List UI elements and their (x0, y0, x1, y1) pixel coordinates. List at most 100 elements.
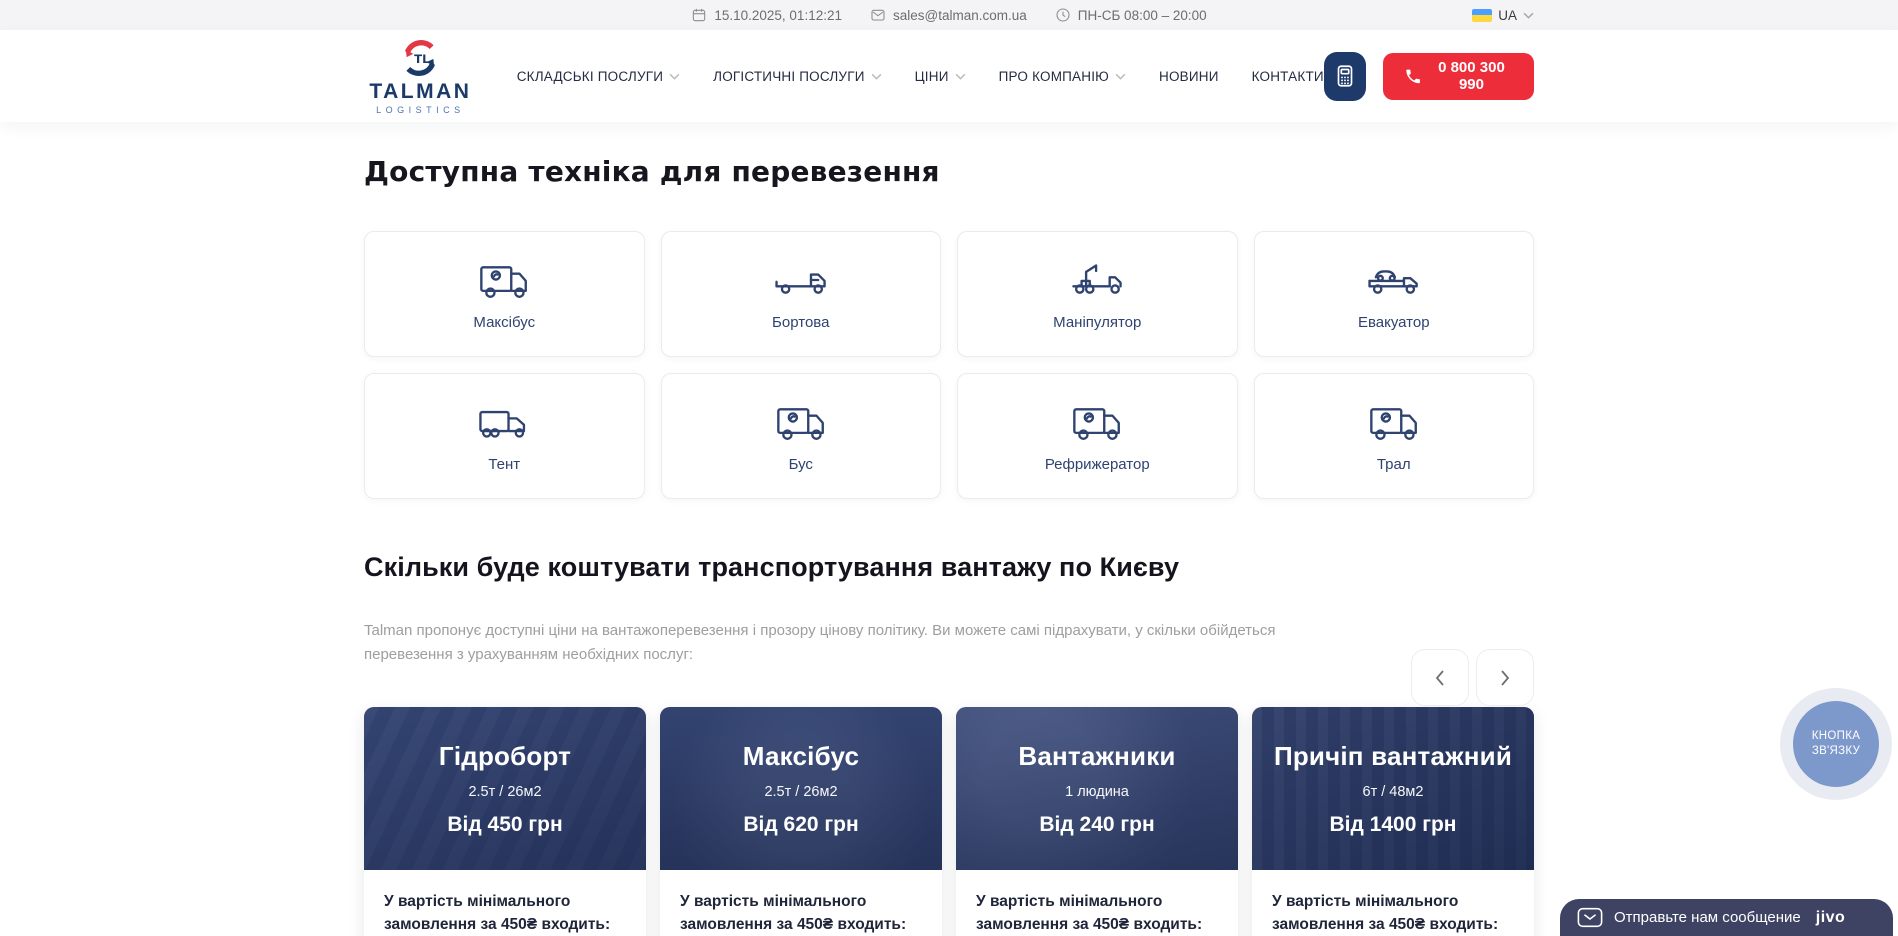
price-card-subtitle: 6т / 48м2 (1363, 784, 1424, 800)
datetime: 15.10.2025, 01:12:21 (691, 7, 842, 23)
svg-text:TL: TL (415, 52, 431, 66)
price-card[interactable]: Вантажники 1 людина Від 240 грн У вартіс… (956, 707, 1238, 936)
vehicle-card[interactable]: Рефрижератор (957, 373, 1238, 499)
phone-icon (1405, 67, 1421, 86)
price-card-title: Причіп вантажний (1274, 741, 1512, 772)
price-card-subtitle: 2.5т / 26м2 (468, 784, 541, 800)
chat-label: Отправьте нам сообщение (1614, 909, 1801, 926)
nav-item-label: ЦІНИ (915, 69, 949, 84)
price-card[interactable]: Причіп вантажний 6т / 48м2 Від 1400 грн … (1252, 707, 1534, 936)
price-card-title: Вантажники (1018, 741, 1175, 772)
truck-icon (772, 400, 830, 444)
working-hours: ПН-СБ 08:00 – 20:00 (1055, 7, 1207, 23)
vehicle-label: Бортова (772, 314, 829, 331)
price-card-subtitle: 2.5т / 26м2 (764, 784, 837, 800)
nav-item-label: НОВИНИ (1159, 69, 1219, 84)
vehicle-card[interactable]: Маніпулятор (957, 231, 1238, 357)
nav-item[interactable]: СКЛАДСЬКІ ПОСЛУГИ (517, 69, 680, 84)
nav-item[interactable]: ЦІНИ (915, 69, 966, 84)
chevron-right-icon (1500, 670, 1510, 686)
chevron-down-icon (1523, 12, 1534, 19)
logo-icon: TL (399, 38, 441, 78)
calendar-icon (691, 7, 707, 23)
chevron-down-icon (669, 73, 680, 80)
nav-item[interactable]: ПРО КОМПАНІЮ (999, 69, 1126, 84)
price-card-image: Гідроборт 2.5т / 26м2 Від 450 грн (364, 707, 646, 870)
truck-icon (475, 258, 533, 302)
envelope-icon (870, 7, 886, 23)
vehicle-label: Рефрижератор (1045, 456, 1150, 473)
nav-item[interactable]: НОВИНИ (1159, 69, 1219, 84)
price-card-image: Вантажники 1 людина Від 240 грн (956, 707, 1238, 870)
vehicle-card[interactable]: Бус (661, 373, 942, 499)
pricing-title: Скільки буде коштувати транспортування в… (364, 552, 1534, 583)
vehicle-label: Бус (789, 456, 813, 473)
truck-icon (772, 258, 830, 302)
vehicle-card[interactable]: Бортова (661, 231, 942, 357)
price-card-subtitle: 1 людина (1065, 784, 1129, 800)
vehicle-card[interactable]: Трал (1254, 373, 1535, 499)
price-card-image: Причіп вантажний 6т / 48м2 Від 1400 грн (1252, 707, 1534, 870)
price-card-price: Від 1400 грн (1330, 813, 1457, 837)
vehicles-title: Доступна техніка для перевезення (364, 155, 1534, 188)
price-card-note: У вартість мінімального замовлення за 45… (660, 870, 942, 936)
truck-icon (1365, 258, 1423, 302)
calculator-button[interactable] (1324, 52, 1366, 101)
nav-item-label: ПРО КОМПАНІЮ (999, 69, 1109, 84)
price-card-note: У вартість мінімального замовлення за 45… (1252, 870, 1534, 936)
price-card[interactable]: Максібус 2.5т / 26м2 Від 620 грн У варті… (660, 707, 942, 936)
carousel-prev-button[interactable] (1411, 649, 1469, 706)
calculator-icon (1332, 62, 1358, 90)
price-card-title: Максібус (743, 741, 859, 772)
clock-icon (1055, 7, 1071, 23)
vehicle-label: Евакуатор (1358, 314, 1430, 331)
vehicle-label: Максібус (473, 314, 535, 331)
vehicle-card[interactable]: Максібус (364, 231, 645, 357)
email-link[interactable]: sales@talman.com.ua (870, 7, 1027, 23)
vehicle-card[interactable]: Евакуатор (1254, 231, 1535, 357)
vehicles-grid: Максібус Бортова Маніпулятор Евакуатор (364, 231, 1534, 499)
language-code: UA (1498, 8, 1517, 23)
datetime-value: 15.10.2025, 01:12:21 (714, 8, 842, 23)
truck-icon (1068, 400, 1126, 444)
price-card-price: Від 450 грн (447, 813, 562, 837)
logo[interactable]: TL TALMAN LOGISTICS (364, 38, 477, 115)
nav-item-label: ЛОГІСТИЧНІ ПОСЛУГИ (713, 69, 864, 84)
price-card-price: Від 240 грн (1039, 813, 1154, 837)
callback-button[interactable]: КНОПКА ЗВ'ЯЗКУ (1793, 701, 1879, 787)
truck-icon (1068, 258, 1126, 302)
nav-item[interactable]: КОНТАКТИ (1252, 69, 1324, 84)
chat-widget[interactable]: Отправьте нам сообщение jivo (1560, 899, 1893, 936)
vehicle-label: Маніпулятор (1053, 314, 1141, 331)
vehicle-label: Тент (488, 456, 520, 473)
chat-envelope-icon (1577, 907, 1603, 928)
chat-brand: jivo (1816, 909, 1846, 927)
logo-subtitle: LOGISTICS (376, 105, 465, 115)
main-nav: СКЛАДСЬКІ ПОСЛУГИ ЛОГІСТИЧНІ ПОСЛУГИ ЦІН… (517, 69, 1324, 84)
carousel-nav (1411, 649, 1534, 706)
price-card-note: У вартість мінімального замовлення за 45… (364, 870, 646, 936)
nav-item-label: СКЛАДСЬКІ ПОСЛУГИ (517, 69, 663, 84)
truck-icon (475, 400, 533, 444)
topbar: 15.10.2025, 01:12:21 sales@talman.com.ua… (0, 0, 1898, 30)
pricing-cards: Гідроборт 2.5т / 26м2 Від 450 грн У варт… (364, 707, 1534, 936)
nav-item[interactable]: ЛОГІСТИЧНІ ПОСЛУГИ (713, 69, 881, 84)
vehicle-label: Трал (1377, 456, 1411, 473)
phone-button[interactable]: 0 800 300 990 (1383, 53, 1534, 100)
chevron-down-icon (871, 73, 882, 80)
vehicles-section: Доступна техніка для перевезення Максібу… (364, 155, 1534, 499)
price-card-image: Максібус 2.5т / 26м2 Від 620 грн (660, 707, 942, 870)
carousel-next-button[interactable] (1476, 649, 1534, 706)
pricing-description: Talman пропонує доступні ціни на вантажо… (364, 619, 1284, 667)
callback-label: КНОПКА ЗВ'ЯЗКУ (1804, 729, 1868, 759)
language-selector[interactable]: UA (1472, 0, 1534, 30)
logo-title: TALMAN (369, 81, 471, 102)
price-card[interactable]: Гідроборт 2.5т / 26м2 Від 450 грн У варт… (364, 707, 646, 936)
chevron-down-icon (1115, 73, 1126, 80)
pricing-section: Скільки буде коштувати транспортування в… (364, 552, 1534, 936)
phone-number: 0 800 300 990 (1431, 59, 1512, 93)
price-card-title: Гідроборт (439, 741, 571, 772)
truck-icon (1365, 400, 1423, 444)
vehicle-card[interactable]: Тент (364, 373, 645, 499)
price-card-note: У вартість мінімального замовлення за 45… (956, 870, 1238, 936)
